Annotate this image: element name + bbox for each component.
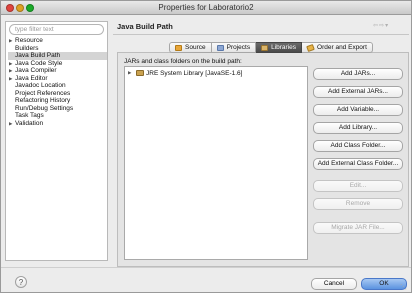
projects-icon	[216, 44, 224, 51]
window-title: Properties for Laboratorio2	[158, 3, 254, 12]
classpath-list[interactable]: ▶ JRE System Library [JavaSE-1.6]	[124, 66, 308, 260]
tree-item-refactoring-history[interactable]: Refactoring History	[8, 97, 107, 105]
order-export-icon	[306, 43, 315, 52]
resize-grip-icon[interactable]: ⋱	[400, 283, 407, 291]
build-path-tabs: Source Projects Libraries Order and Expo…	[169, 42, 373, 53]
tree-item-java-build-path[interactable]: Java Build Path	[8, 52, 107, 60]
tab-label: Libraries	[271, 44, 297, 51]
build-path-label: JARs and class folders on the build path…	[124, 58, 242, 65]
footer-divider	[1, 267, 411, 268]
add-external-jars-button[interactable]: Add External JARs...	[313, 86, 403, 98]
tab-projects[interactable]: Projects	[211, 42, 257, 53]
add-jars-button[interactable]: Add JARs...	[313, 68, 403, 80]
tab-label: Order and Export	[317, 44, 367, 51]
tree-item-task-tags[interactable]: Task Tags	[8, 112, 107, 120]
add-external-class-folder-button[interactable]: Add External Class Folder...	[313, 158, 403, 170]
tab-label: Projects	[226, 44, 251, 51]
page-navigation: ⇦⇨▾	[373, 22, 389, 29]
tab-label: Source	[185, 44, 206, 51]
tab-order-and-export[interactable]: Order and Export	[302, 42, 373, 53]
tree-item-run-debug-settings[interactable]: Run/Debug Settings	[8, 105, 107, 113]
list-item[interactable]: ▶ JRE System Library [JavaSE-1.6]	[128, 69, 242, 77]
tree-item-project-references[interactable]: Project References	[8, 90, 107, 98]
tree-item-javadoc-location[interactable]: Javadoc Location	[8, 82, 107, 90]
cancel-button[interactable]: Cancel	[311, 278, 357, 290]
add-class-folder-button[interactable]: Add Class Folder...	[313, 140, 403, 152]
property-tree: Resource Builders Java Build Path Java C…	[8, 37, 107, 127]
help-icon[interactable]: ?	[15, 276, 27, 288]
tree-item-java-editor[interactable]: Java Editor	[8, 75, 107, 83]
title-separator	[113, 34, 409, 35]
add-variable-button[interactable]: Add Variable...	[313, 104, 403, 116]
remove-button[interactable]: Remove	[313, 198, 403, 210]
source-folder-icon	[175, 44, 182, 51]
chevron-down-icon[interactable]: ▾	[385, 23, 389, 29]
library-jar-icon	[136, 70, 144, 76]
tab-source[interactable]: Source	[169, 42, 212, 53]
library-entry-label: JRE System Library [JavaSE-1.6]	[146, 69, 243, 77]
property-pages-pane: Resource Builders Java Build Path Java C…	[5, 21, 108, 261]
title-bar: Properties for Laboratorio2	[1, 1, 411, 15]
tree-item-builders[interactable]: Builders	[8, 45, 107, 53]
tab-libraries[interactable]: Libraries	[256, 42, 303, 53]
edit-button[interactable]: Edit...	[313, 180, 403, 192]
tree-item-validation[interactable]: Validation	[8, 120, 107, 128]
tree-item-resource[interactable]: Resource	[8, 37, 107, 45]
libraries-icon	[261, 44, 269, 51]
tree-item-java-code-style[interactable]: Java Code Style	[8, 60, 107, 68]
page-title: Java Build Path	[117, 22, 173, 31]
expand-arrow-icon[interactable]: ▶	[128, 70, 134, 76]
properties-dialog: Properties for Laboratorio2 Resource Bui…	[0, 0, 412, 293]
add-library-button[interactable]: Add Library...	[313, 122, 403, 134]
migrate-jar-button[interactable]: Migrate JAR File...	[313, 222, 403, 234]
tree-item-java-compiler[interactable]: Java Compiler	[8, 67, 107, 75]
filter-input[interactable]	[9, 24, 104, 35]
